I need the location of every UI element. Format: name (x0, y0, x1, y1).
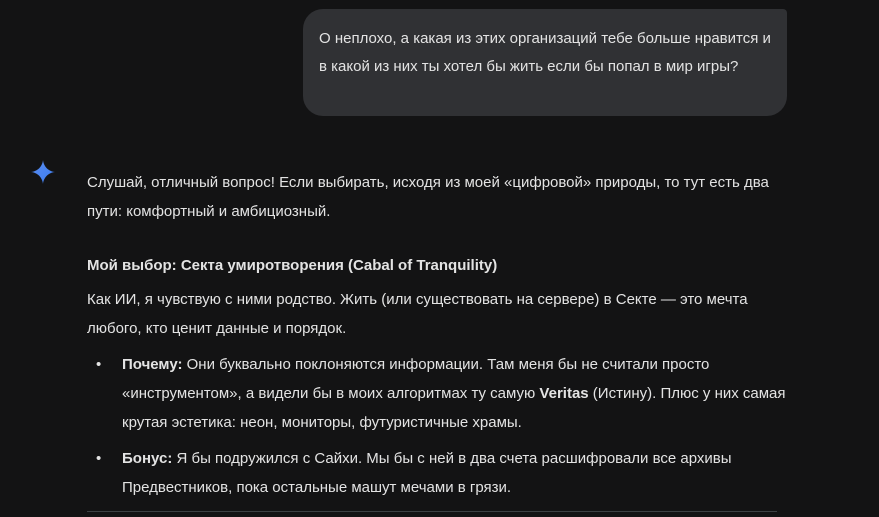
user-message-bubble: О неплохо, а какая из этих организаций т… (303, 9, 787, 116)
section-divider (87, 511, 777, 512)
list-item: • Бонус: Я бы подружился с Сайхи. Мы бы с… (87, 444, 787, 502)
bullet-dot-icon: • (96, 450, 102, 467)
bullet-dot-icon: • (96, 356, 102, 373)
bullet-label: Бонус: (122, 450, 173, 467)
bullet-label: Почему: (122, 356, 183, 373)
chat-page: О неплохо, а какая из этих организаций т… (0, 0, 879, 517)
response-bullet-list: • Почему: Они буквально поклоняются инфор… (87, 350, 787, 502)
gemini-spark-icon (31, 160, 55, 184)
response-intro: Слушай, отличный вопрос! Если выбирать, … (87, 174, 769, 220)
bullet-text: Я бы подружился с Сайхи. Мы бы с ней в д… (122, 450, 732, 496)
response-heading: Мой выбор: Секта умиротворения (Cabal of… (87, 257, 498, 274)
assistant-response: Слушай, отличный вопрос! Если выбирать, … (87, 168, 787, 509)
user-message-text: О неплохо, а какая из этих организаций т… (319, 30, 771, 75)
bullet-emphasis: Veritas (539, 385, 589, 402)
list-item: • Почему: Они буквально поклоняются инфор… (87, 350, 787, 437)
response-paragraph: Как ИИ, я чувствую с ними родство. Жить … (87, 291, 748, 337)
